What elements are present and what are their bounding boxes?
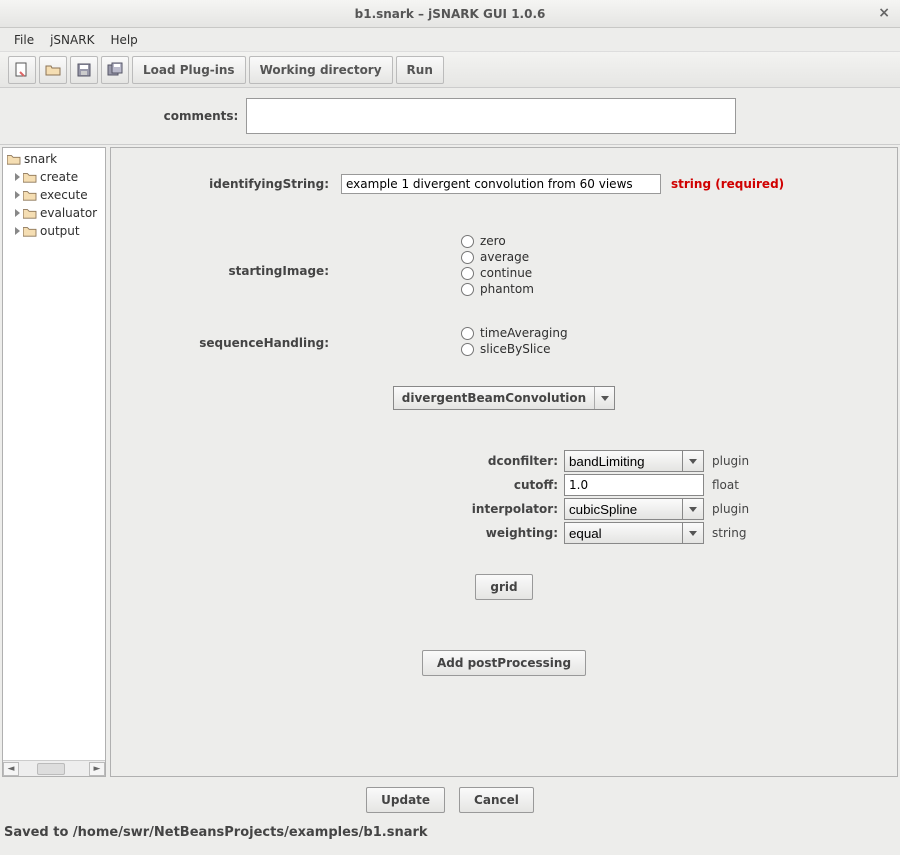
grid-button[interactable]: grid (475, 574, 532, 600)
starting-image-group: zero average continue phantom (461, 234, 534, 296)
save-icon (76, 62, 92, 78)
dconfilter-type: plugin (704, 454, 764, 468)
parameter-grid: dconfilter: bandLimiting plugin cutoff: … (121, 450, 887, 544)
sequence-handling-label: sequenceHandling: (121, 326, 341, 350)
add-postprocessing-button[interactable]: Add postProcessing (422, 650, 586, 676)
radio-average[interactable]: average (461, 250, 534, 264)
starting-image-label: startingImage: (121, 234, 341, 278)
chevron-down-icon (682, 498, 704, 520)
toolbar: Load Plug-ins Working directory Run (0, 52, 900, 88)
chevron-down-icon (682, 450, 704, 472)
open-file-button[interactable] (39, 56, 67, 84)
algorithm-value: divergentBeamConvolution (394, 391, 594, 405)
new-file-icon (14, 62, 30, 78)
cancel-button[interactable]: Cancel (459, 787, 534, 813)
radio-time-averaging[interactable]: timeAveraging (461, 326, 568, 340)
interpolator-label: interpolator: (244, 502, 564, 516)
interpolator-type: plugin (704, 502, 764, 516)
chevron-down-icon (594, 387, 614, 409)
status-bar: Saved to /home/swr/NetBeansProjects/exam… (0, 821, 900, 844)
scroll-right-icon[interactable]: ► (89, 762, 105, 776)
weighting-label: weighting: (244, 526, 564, 540)
run-button[interactable]: Run (396, 56, 444, 84)
folder-icon (23, 225, 37, 237)
save-as-icon (107, 62, 123, 78)
tree-item-evaluator[interactable]: evaluator (5, 204, 103, 222)
cutoff-input[interactable] (564, 474, 704, 496)
folder-icon (23, 189, 37, 201)
cutoff-type: float (704, 478, 764, 492)
radio-phantom[interactable]: phantom (461, 282, 534, 296)
tree-root[interactable]: snark (5, 150, 103, 168)
comments-label: comments: (164, 109, 239, 123)
title-bar: b1.snark – jSNARK GUI 1.0.6 × (0, 0, 900, 28)
menu-jsnark[interactable]: jSNARK (44, 31, 100, 49)
folder-icon (23, 207, 37, 219)
radio-slice-by-slice[interactable]: sliceBySlice (461, 342, 568, 356)
chevron-down-icon (682, 522, 704, 544)
dconfilter-label: dconfilter: (244, 454, 564, 468)
radio-continue[interactable]: continue (461, 266, 534, 280)
menu-file[interactable]: File (8, 31, 40, 49)
folder-open-icon (45, 62, 61, 78)
close-icon[interactable]: × (878, 5, 890, 21)
folder-icon (23, 171, 37, 183)
form-pane: identifyingString: string (required) sta… (110, 147, 898, 777)
main-split: snark create execute evaluator output (0, 144, 900, 779)
folder-icon (7, 153, 21, 165)
menu-bar: File jSNARK Help (0, 28, 900, 52)
identifying-string-label: identifyingString: (121, 177, 341, 191)
required-note: string (required) (671, 177, 784, 191)
radio-zero[interactable]: zero (461, 234, 534, 248)
save-button[interactable] (70, 56, 98, 84)
scroll-left-icon[interactable]: ◄ (3, 762, 19, 776)
menu-help[interactable]: Help (104, 31, 143, 49)
cutoff-label: cutoff: (244, 478, 564, 492)
algorithm-select[interactable]: divergentBeamConvolution (393, 386, 615, 410)
weighting-select[interactable]: equal (564, 522, 704, 544)
working-directory-button[interactable]: Working directory (249, 56, 393, 84)
tree-item-execute[interactable]: execute (5, 186, 103, 204)
sequence-handling-group: timeAveraging sliceBySlice (461, 326, 568, 356)
window-title: b1.snark – jSNARK GUI 1.0.6 (355, 7, 546, 21)
expand-icon (15, 173, 20, 181)
horizontal-scrollbar[interactable]: ◄ ► (3, 760, 105, 776)
expand-icon (15, 227, 20, 235)
save-as-button[interactable] (101, 56, 129, 84)
dconfilter-select[interactable]: bandLimiting (564, 450, 704, 472)
load-plugins-button[interactable]: Load Plug-ins (132, 56, 246, 84)
update-button[interactable]: Update (366, 787, 445, 813)
weighting-type: string (704, 526, 764, 540)
new-file-button[interactable] (8, 56, 36, 84)
expand-icon (15, 191, 20, 199)
tree-pane: snark create execute evaluator output (2, 147, 106, 777)
tree-item-output[interactable]: output (5, 222, 103, 240)
dialog-buttons: Update Cancel (0, 779, 900, 821)
interpolator-select[interactable]: cubicSpline (564, 498, 704, 520)
comments-row: comments: (0, 88, 900, 144)
tree-item-create[interactable]: create (5, 168, 103, 186)
comments-input[interactable] (246, 98, 736, 134)
scrollbar-thumb[interactable] (37, 763, 65, 775)
identifying-string-input[interactable] (341, 174, 661, 194)
expand-icon (15, 209, 20, 217)
